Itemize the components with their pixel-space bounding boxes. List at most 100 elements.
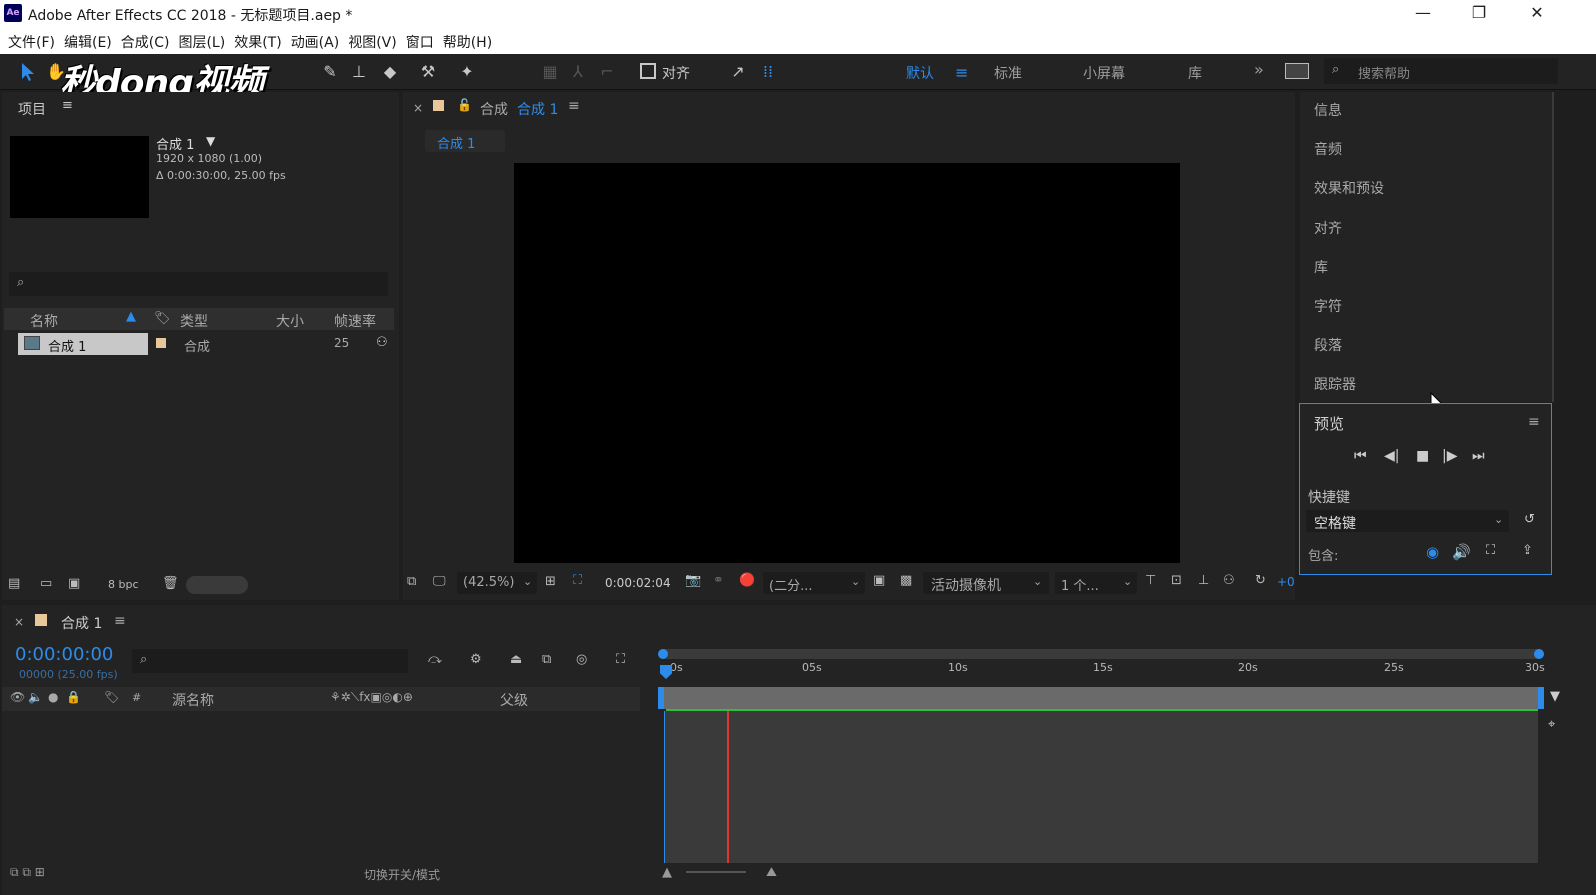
transparency-grid-icon[interactable]: ▩ bbox=[900, 573, 912, 588]
include-video-eye-icon[interactable]: ◉ bbox=[1426, 543, 1439, 561]
draft-3d-icon[interactable]: ⚙ bbox=[470, 652, 482, 667]
lock-icon[interactable]: 🔒 bbox=[66, 690, 81, 704]
time-navigator-bar[interactable] bbox=[658, 649, 1544, 659]
motion-blur-icon[interactable]: ◎ bbox=[576, 652, 587, 667]
panel-menu-icon[interactable]: ≡ bbox=[114, 613, 126, 629]
camera-view-dropdown[interactable]: 活动摄像机 ⌄ bbox=[923, 572, 1049, 594]
stop-icon[interactable]: ■ bbox=[1416, 448, 1429, 464]
menu-file[interactable]: 文件(F) bbox=[6, 28, 62, 54]
eraser-tool-icon[interactable]: ◆ bbox=[380, 62, 400, 82]
new-folder-icon[interactable]: ▭ bbox=[40, 576, 52, 591]
include-audio-speaker-icon[interactable]: 🔊 bbox=[1452, 543, 1471, 561]
menu-edit[interactable]: 编辑(E) bbox=[62, 28, 119, 54]
timeline-icon[interactable]: ⊥ bbox=[1198, 573, 1209, 588]
paragraph-panel-tab[interactable]: 段落 bbox=[1314, 335, 1342, 355]
new-composition-icon[interactable]: ▣ bbox=[68, 576, 80, 591]
exposure-value[interactable]: +0 bbox=[1277, 575, 1295, 589]
column-fps[interactable]: 帧速率 bbox=[334, 311, 376, 331]
align-checkbox[interactable] bbox=[640, 63, 656, 79]
resolution-dropdown[interactable]: (二分... ⌄ bbox=[763, 572, 865, 594]
timeline-current-time[interactable]: 0:00:00:00 bbox=[15, 644, 113, 665]
show-snapshot-icon[interactable]: ⚭ bbox=[713, 573, 724, 588]
layer-switches-toggle-icon[interactable]: ⧉ ⧉ ⊞ bbox=[10, 865, 45, 880]
menu-help[interactable]: 帮助(H) bbox=[441, 28, 499, 54]
label-tag-icon[interactable]: 🏷 bbox=[104, 690, 119, 704]
maximize-button[interactable]: ❐ bbox=[1456, 2, 1502, 26]
source-name-column[interactable]: 源名称 bbox=[172, 690, 214, 710]
column-name[interactable]: 名称 bbox=[30, 311, 58, 331]
world-axis-icon[interactable]: ⅄ bbox=[568, 62, 588, 82]
zoom-in-icon[interactable]: ⛰ bbox=[766, 865, 777, 880]
grid-guides-icon[interactable]: ⊞ bbox=[545, 574, 556, 589]
column-size[interactable]: 大小 bbox=[276, 311, 304, 331]
reset-exposure-icon[interactable]: ↻ bbox=[1255, 573, 1266, 588]
fast-previews-icon[interactable]: ⊡ bbox=[1171, 573, 1182, 588]
workspace-small-screen-tab[interactable]: 小屏幕 bbox=[1083, 63, 1125, 83]
always-preview-icon[interactable]: ⧉ bbox=[407, 574, 416, 589]
menu-layer[interactable]: 图层(L) bbox=[176, 28, 232, 54]
project-row[interactable]: 合成 1 合成 25 ⚇ bbox=[4, 333, 394, 355]
comp-tab[interactable]: 合成 1 bbox=[425, 130, 505, 152]
mask-visibility-icon[interactable]: ⛶ bbox=[573, 573, 582, 588]
work-area-start-handle[interactable] bbox=[658, 687, 664, 709]
panel-scrollbar[interactable] bbox=[1552, 92, 1554, 402]
snapping-grid-icon[interactable]: ⁞⁞ bbox=[758, 62, 778, 82]
lock-icon[interactable]: 🔓 bbox=[457, 98, 472, 112]
audio-panel-tab[interactable]: 音频 bbox=[1314, 139, 1342, 159]
close-panel-icon[interactable]: × bbox=[14, 615, 24, 629]
work-area-end-handle[interactable] bbox=[1538, 687, 1544, 709]
trash-icon[interactable]: 🗑 bbox=[162, 576, 179, 591]
current-time-display[interactable]: 0:00:02:04 bbox=[605, 576, 671, 590]
previous-frame-icon[interactable]: ◀| bbox=[1384, 448, 1399, 464]
brush-tool-icon[interactable]: ✎ bbox=[320, 62, 340, 82]
comp-flowchart-icon[interactable]: ⤼ bbox=[428, 652, 442, 667]
library-panel-tab[interactable]: 库 bbox=[1314, 257, 1328, 277]
magnification-dropdown[interactable]: (42.5%) ⌄ bbox=[457, 572, 537, 594]
label-tag-icon[interactable]: 🏷 bbox=[154, 311, 171, 326]
flowchart-icon[interactable]: ⚇ bbox=[1223, 573, 1235, 588]
video-eye-icon[interactable]: 👁 bbox=[10, 690, 25, 704]
local-axis-icon[interactable]: ▦ bbox=[540, 62, 560, 82]
menu-view[interactable]: 视图(V) bbox=[346, 28, 404, 54]
panel-menu-icon[interactable]: ≡ bbox=[568, 98, 580, 114]
help-search-box[interactable]: ⌕ 搜索帮助 bbox=[1324, 58, 1558, 84]
zoom-out-icon[interactable]: ▲ bbox=[662, 865, 672, 880]
parent-column[interactable]: 父级 bbox=[500, 690, 528, 710]
interpret-footage-icon[interactable]: ▤ bbox=[8, 576, 20, 591]
graph-editor-icon[interactable]: ⛶ bbox=[616, 652, 625, 667]
shortcut-dropdown[interactable]: 空格键 ⌄ bbox=[1306, 510, 1509, 532]
align-panel-tab[interactable]: 对齐 bbox=[1314, 218, 1342, 238]
comp-button-icon[interactable]: ⌖ bbox=[1548, 717, 1555, 732]
composition-viewer[interactable] bbox=[514, 163, 1180, 563]
camera-snapshot-icon[interactable]: 📷 bbox=[685, 573, 701, 588]
project-search-input[interactable]: ⌕ bbox=[9, 272, 388, 296]
region-of-interest-icon[interactable]: ▣ bbox=[873, 573, 885, 588]
first-frame-icon[interactable]: ⏮ bbox=[1354, 448, 1367, 464]
work-area-bar[interactable] bbox=[658, 687, 1544, 709]
more-workspaces-icon[interactable]: » bbox=[1254, 60, 1264, 79]
next-frame-icon[interactable]: |▶ bbox=[1442, 448, 1457, 464]
timeline-comp-name[interactable]: 合成 1 bbox=[61, 613, 102, 633]
workspace-standard-tab[interactable]: 标准 bbox=[994, 63, 1022, 83]
export-preview-icon[interactable]: ⇪ bbox=[1522, 543, 1533, 558]
chevron-down-icon[interactable]: ▼ bbox=[206, 134, 215, 148]
close-button[interactable]: ✕ bbox=[1514, 2, 1560, 26]
workspace-menu-icon[interactable]: ≡ bbox=[955, 63, 968, 82]
layer-search-input[interactable]: ⌕ bbox=[132, 649, 408, 673]
monitor-icon[interactable]: 🖵 bbox=[433, 574, 446, 589]
navigator-end-handle[interactable] bbox=[1534, 649, 1544, 659]
menu-composition[interactable]: 合成(C) bbox=[119, 28, 177, 54]
character-panel-tab[interactable]: 字符 bbox=[1314, 296, 1342, 316]
comp-panel-name[interactable]: 合成 1 bbox=[517, 99, 558, 119]
sync-settings-icon[interactable] bbox=[1285, 63, 1309, 79]
timeline-layer-area[interactable] bbox=[664, 711, 1538, 863]
puppet-pin-tool-icon[interactable]: ✦ bbox=[457, 62, 477, 82]
panel-menu-icon[interactable]: ≡ bbox=[1528, 414, 1540, 430]
menu-animation[interactable]: 动画(A) bbox=[289, 28, 347, 54]
view-axis-icon[interactable]: ⌐ bbox=[597, 62, 617, 82]
comp-marker-bin-icon[interactable]: ▼ bbox=[1550, 689, 1560, 704]
toggle-switches-modes[interactable]: 切换开关/模式 bbox=[364, 866, 440, 883]
sort-ascending-icon[interactable]: ▲ bbox=[126, 309, 136, 324]
workspace-library-tab[interactable]: 库 bbox=[1188, 63, 1202, 83]
menu-window[interactable]: 窗口 bbox=[404, 28, 441, 54]
